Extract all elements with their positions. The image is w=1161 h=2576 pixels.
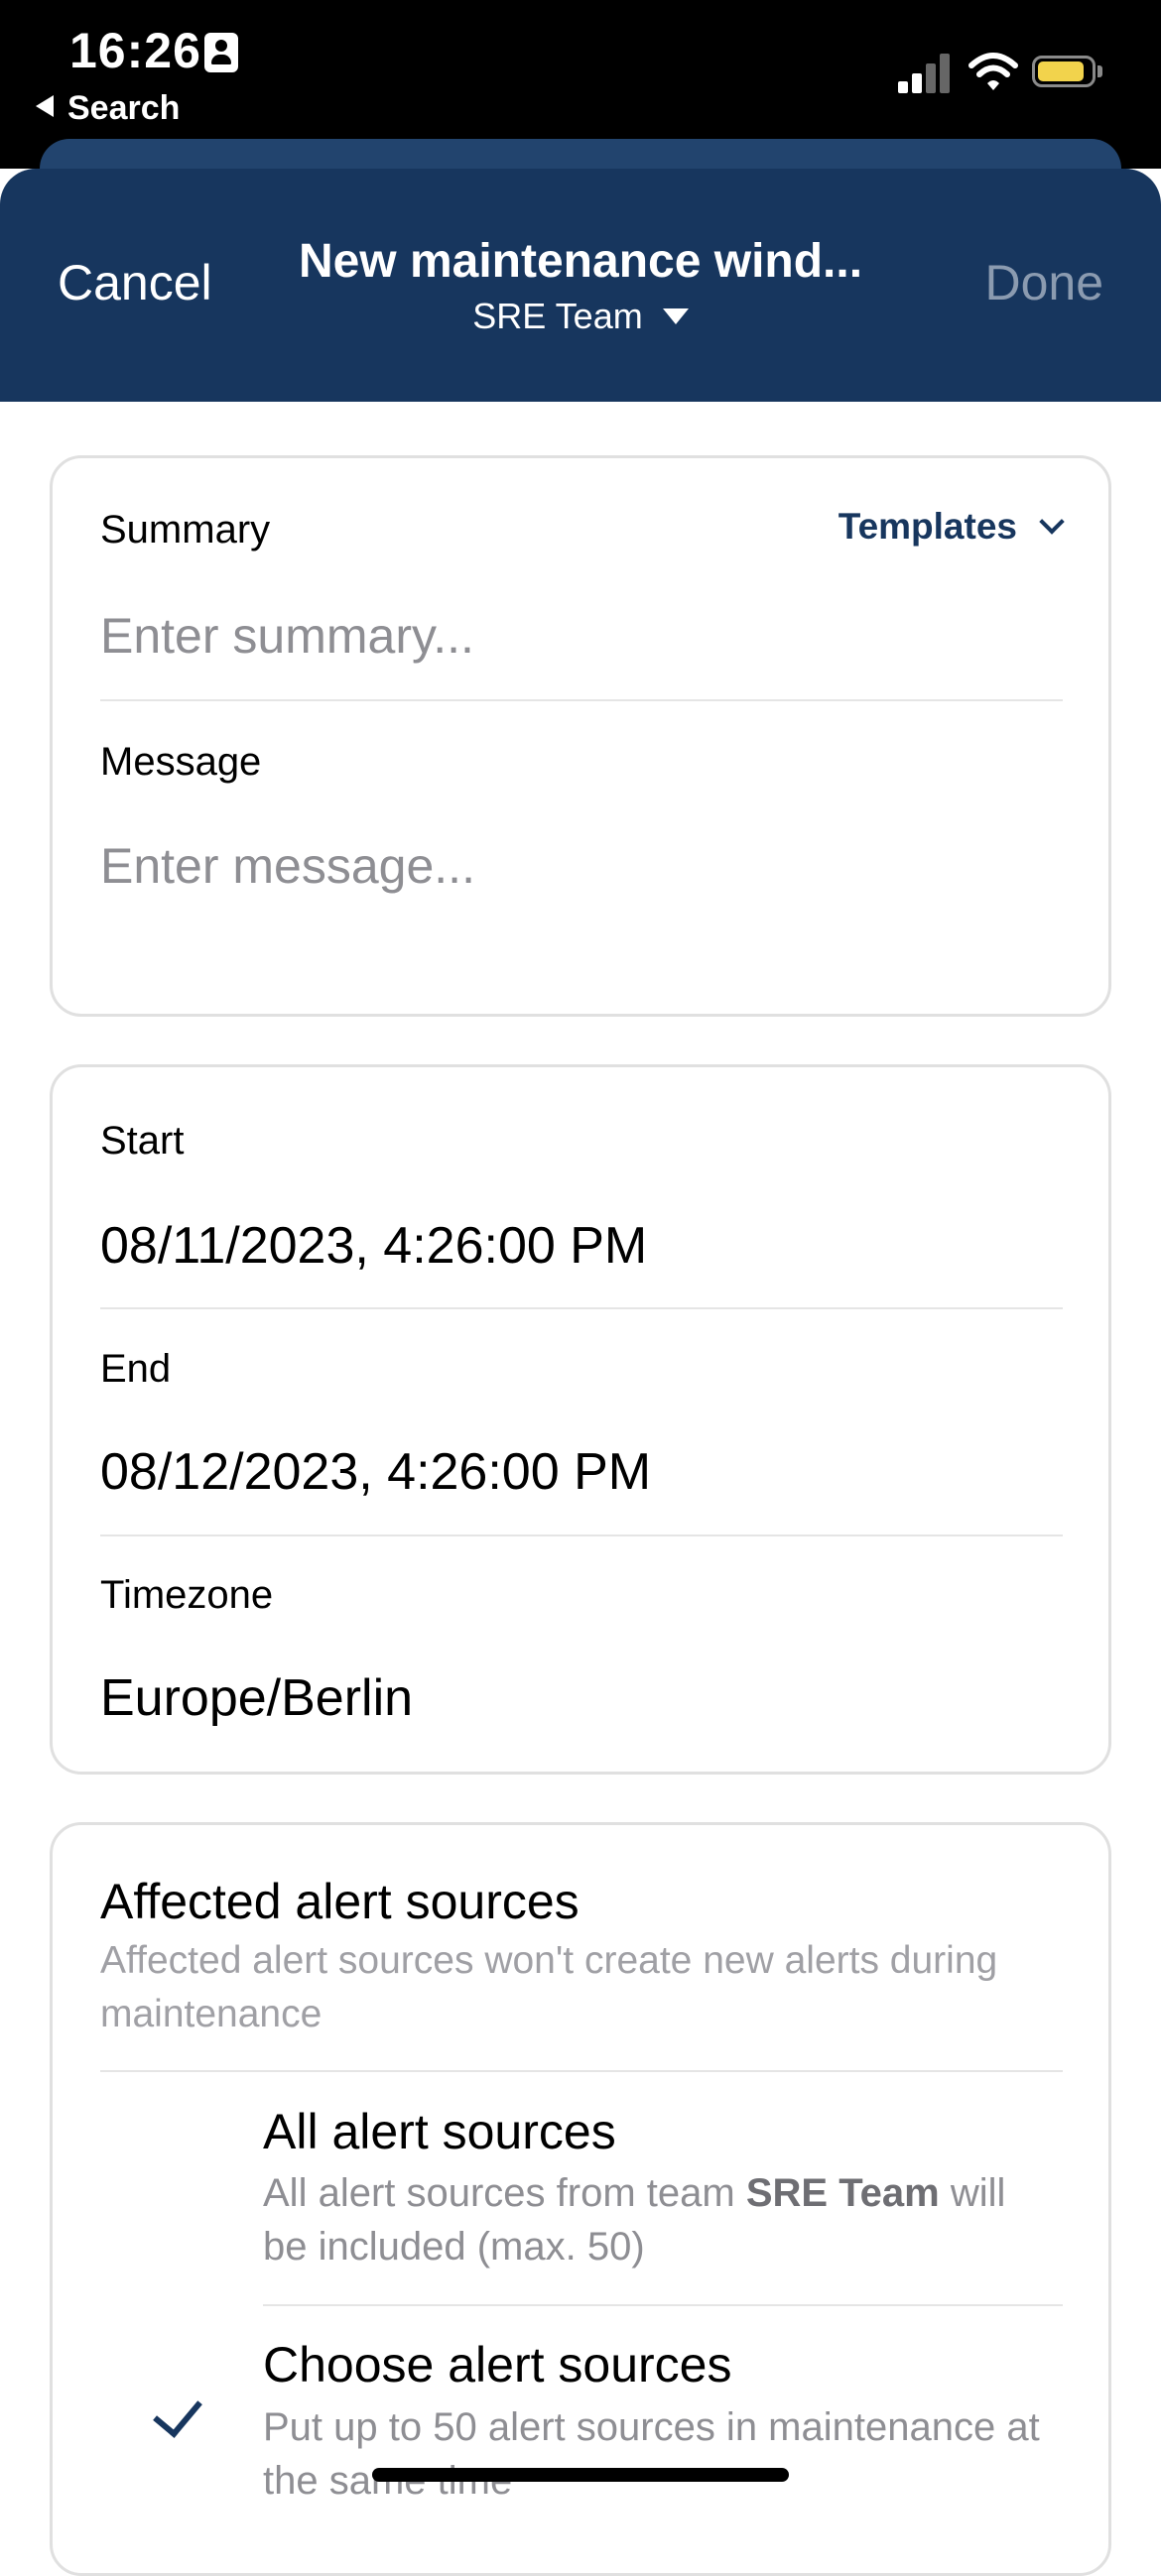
- caret-down-icon: [662, 308, 689, 324]
- start-label: Start: [100, 1119, 185, 1163]
- checkmark-icon: [153, 2387, 202, 2438]
- wifi-icon: [968, 53, 1018, 90]
- status-time: 16:26: [69, 23, 201, 78]
- home-indicator[interactable]: [372, 2468, 789, 2482]
- divider: [100, 2070, 1063, 2072]
- summary-label: Summary: [100, 508, 271, 552]
- divider: [263, 2304, 1063, 2306]
- timezone-field[interactable]: Europe/Berlin: [100, 1668, 413, 1728]
- end-label: End: [100, 1347, 172, 1391]
- back-search-label: Search: [67, 89, 181, 127]
- team-name-bold: SRE Team: [745, 2171, 940, 2215]
- schedule-card: Start 08/11/2023, 4:26:00 PM End 08/12/2…: [50, 1064, 1111, 1775]
- page-title: New maintenance wind...: [298, 235, 863, 288]
- person-icon: [204, 33, 238, 72]
- end-datetime-field[interactable]: 08/12/2023, 4:26:00 PM: [100, 1442, 651, 1502]
- templates-dropdown[interactable]: Templates: [838, 506, 1065, 548]
- back-to-search-button[interactable]: Search: [36, 89, 180, 128]
- divider: [100, 1307, 1063, 1309]
- option-desc-text: All alert sources from team: [263, 2171, 746, 2215]
- summary-input[interactable]: Enter summary...: [100, 607, 474, 665]
- option-description: All alert sources from team SRE Team wil…: [263, 2166, 1057, 2273]
- timezone-label: Timezone: [100, 1573, 274, 1617]
- chevron-down-icon: [1039, 509, 1065, 535]
- alert-sources-title: Affected alert sources: [100, 1874, 580, 1929]
- option-description: Put up to 50 alert sources in maintenanc…: [263, 2405, 1040, 2503]
- templates-label: Templates: [838, 506, 1017, 547]
- alert-sources-card: Affected alert sources Affected alert so…: [50, 1822, 1111, 2576]
- divider: [100, 699, 1063, 701]
- details-card: Summary Templates Enter summary... Messa…: [50, 455, 1111, 1017]
- team-name: SRE Team: [472, 296, 643, 336]
- navigation-bar: Cancel New maintenance wind... SRE Team …: [0, 169, 1161, 402]
- start-datetime-field[interactable]: 08/11/2023, 4:26:00 PM: [100, 1216, 647, 1276]
- cellular-signal-icon: [898, 52, 950, 93]
- divider: [100, 1534, 1063, 1536]
- message-label: Message: [100, 740, 262, 784]
- option-title: Choose alert sources: [263, 2337, 732, 2392]
- back-arrow-icon: [36, 95, 54, 117]
- done-button[interactable]: Done: [984, 254, 1103, 311]
- message-input[interactable]: Enter message...: [100, 837, 475, 895]
- battery-icon: [1032, 56, 1096, 87]
- option-title: All alert sources: [263, 2104, 616, 2159]
- alert-sources-subtitle: Affected alert sources won't create new …: [100, 1939, 998, 2035]
